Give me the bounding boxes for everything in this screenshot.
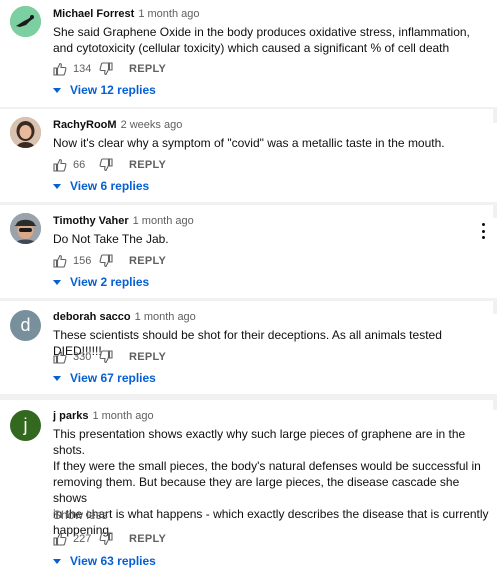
avatar[interactable]: [10, 117, 41, 148]
thumbs-up-icon[interactable]: [53, 158, 67, 172]
reply-button[interactable]: REPLY: [129, 255, 166, 267]
expand-triangle-icon: [53, 558, 61, 564]
comment-text-line: removing them. But because they are larg…: [53, 475, 460, 505]
comment-text-line: This presentation shows exactly why such…: [53, 427, 466, 457]
thumbs-down-icon[interactable]: [99, 254, 113, 268]
thumbs-down-icon[interactable]: [99, 532, 113, 546]
comment-author[interactable]: Michael Forrest: [53, 8, 134, 20]
view-replies-label: View 63 replies: [70, 554, 156, 568]
comment-text: Now it's clear why a symptom of "covid" …: [53, 136, 445, 150]
more-vert-icon[interactable]: [480, 223, 486, 239]
thumbs-up-icon[interactable]: [53, 350, 67, 364]
thumbs-down-icon[interactable]: [99, 62, 113, 76]
thumbs-down-icon[interactable]: [99, 158, 113, 172]
expand-triangle-icon: [53, 375, 61, 381]
comment-author[interactable]: j parks: [53, 410, 88, 422]
thumbs-up-icon[interactable]: [53, 254, 67, 268]
comment-author[interactable]: deborah sacco: [53, 311, 131, 323]
reply-button[interactable]: REPLY: [129, 63, 166, 75]
reply-button[interactable]: REPLY: [129, 533, 166, 545]
comment-text-line: in the chart is what happens - which exa…: [53, 507, 489, 521]
view-replies-label: View 2 replies: [70, 275, 150, 289]
comment-text-line: If they were the small pieces, the body'…: [53, 459, 481, 473]
like-count: 134: [73, 63, 92, 75]
woman-portrait-avatar-icon: [10, 117, 41, 148]
reply-button[interactable]: REPLY: [129, 159, 166, 171]
avatar-letter: d: [20, 315, 31, 335]
like-count: 330: [73, 351, 92, 363]
view-replies-button[interactable]: View 6 replies: [53, 179, 149, 193]
comment-text: This presentation shows exactly why such…: [53, 426, 491, 538]
view-replies-button[interactable]: View 67 replies: [53, 371, 156, 385]
thumbs-down-icon[interactable]: [99, 350, 113, 364]
expand-triangle-icon: [53, 279, 61, 285]
comment-text: She said Graphene Oxide in the body prod…: [53, 25, 470, 55]
avatar[interactable]: j: [10, 410, 41, 441]
view-replies-label: View 12 replies: [70, 83, 156, 97]
like-count: 66: [73, 159, 86, 171]
thumbs-up-icon[interactable]: [53, 532, 67, 546]
comment-author[interactable]: RachyRooM: [53, 119, 117, 131]
view-replies-button[interactable]: View 12 replies: [53, 83, 156, 97]
comment-author[interactable]: Timothy Vaher: [53, 215, 129, 227]
comment-text: Do Not Take The Jab.: [53, 232, 169, 246]
avatar[interactable]: [10, 213, 41, 244]
bird-avatar-icon: [10, 6, 41, 37]
like-count: 227: [73, 533, 92, 545]
comment-time[interactable]: 2 weeks ago: [121, 119, 183, 131]
thumbs-up-icon[interactable]: [53, 62, 67, 76]
comment-time[interactable]: 1 month ago: [92, 410, 153, 422]
view-replies-button[interactable]: View 63 replies: [53, 554, 156, 568]
man-with-cap-avatar-icon: [10, 213, 41, 244]
comment-time[interactable]: 1 month ago: [138, 8, 199, 20]
avatar-letter: j: [23, 415, 28, 435]
comment-time[interactable]: 1 month ago: [133, 215, 194, 227]
view-replies-label: View 6 replies: [70, 179, 150, 193]
reply-button[interactable]: REPLY: [129, 351, 166, 363]
expand-triangle-icon: [53, 183, 61, 189]
avatar[interactable]: d: [10, 310, 41, 341]
like-count: 156: [73, 255, 92, 267]
show-less-button[interactable]: Show less: [53, 508, 108, 522]
comment-time[interactable]: 1 month ago: [135, 311, 196, 323]
view-replies-button[interactable]: View 2 replies: [53, 275, 149, 289]
view-replies-label: View 67 replies: [70, 371, 156, 385]
expand-triangle-icon: [53, 87, 61, 93]
avatar[interactable]: [10, 6, 41, 37]
